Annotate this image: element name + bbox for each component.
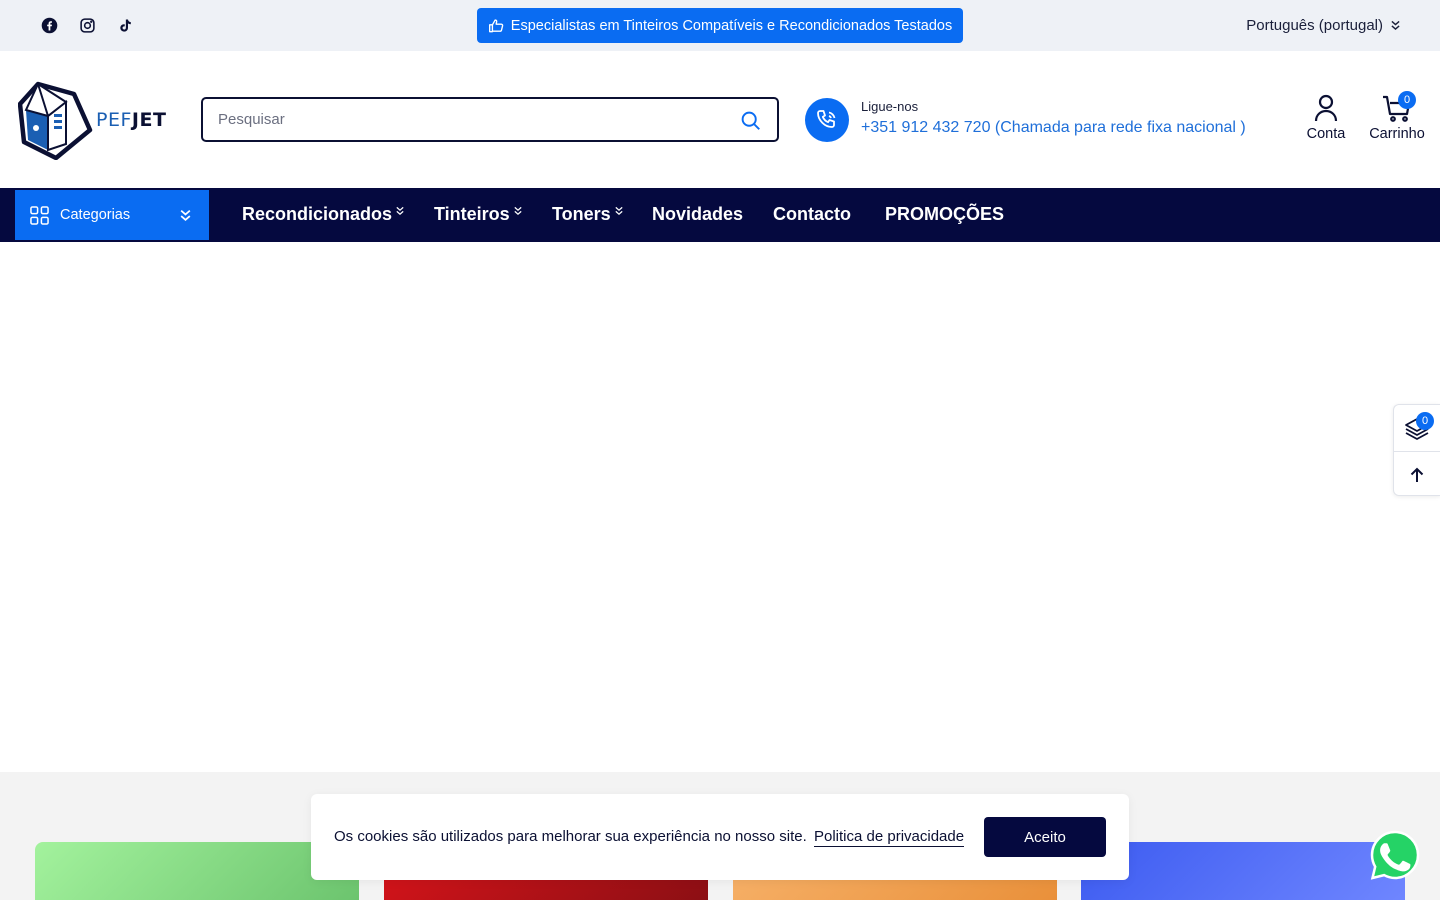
- phone-icon[interactable]: [805, 98, 849, 142]
- nav-item-promocoes[interactable]: PROMOÇÕES: [885, 204, 1004, 225]
- cart-label: Carrinho: [1369, 126, 1425, 142]
- top-bar: Especialistas em Tinteiros Compatíveis e…: [0, 0, 1440, 51]
- nav-item-label: PROMOÇÕES: [885, 204, 1005, 224]
- nav-item-label: Toners: [552, 204, 611, 224]
- compare-count-badge: 0: [1416, 412, 1434, 430]
- nav-item-toners[interactable]: Toners: [552, 204, 623, 225]
- cookie-message: Os cookies são utilizados para melhorar …: [334, 828, 807, 845]
- arrow-up-icon: [1410, 467, 1424, 483]
- search-input[interactable]: [203, 99, 777, 140]
- nav-item-recondicionados[interactable]: Recondicionados: [242, 204, 404, 225]
- back-to-top-button[interactable]: [1394, 451, 1440, 497]
- account-label: Conta: [1306, 126, 1346, 142]
- chevron-down-icon: [396, 206, 404, 216]
- cart-icon: [1368, 94, 1426, 122]
- site-logo[interactable]: PEFJET: [18, 80, 166, 160]
- thumbs-up-icon: [488, 18, 505, 33]
- main-nav: Categorias Recondicionados Tinteiros Ton…: [0, 188, 1440, 242]
- promo-text: Especialistas em Tinteiros Compatíveis e…: [510, 17, 953, 34]
- logo-mark-icon: [18, 81, 93, 160]
- call-label: Ligue-nos: [861, 99, 919, 114]
- categories-button[interactable]: Categorias: [15, 190, 209, 240]
- user-icon: [1306, 94, 1346, 122]
- privacy-policy-link[interactable]: Politica de privacidade: [814, 828, 965, 847]
- nav-item-contacto[interactable]: Contacto: [773, 204, 851, 225]
- chevron-down-icon: [180, 209, 191, 222]
- nav-item-tinteiros[interactable]: Tinteiros: [434, 204, 522, 225]
- compare-button[interactable]: 0: [1394, 405, 1440, 451]
- side-toolbar: 0: [1393, 404, 1440, 496]
- nav-item-label: Tinteiros: [434, 204, 510, 224]
- instagram-icon[interactable]: [78, 16, 96, 34]
- tiktok-icon[interactable]: [116, 16, 134, 34]
- promo-card[interactable]: [1081, 842, 1405, 900]
- categories-label: Categorias: [60, 207, 131, 223]
- cart-button[interactable]: 0 Carrinho: [1368, 91, 1426, 142]
- logo-wordmark: PEFJET: [96, 109, 167, 131]
- chevron-down-icon: [1391, 20, 1400, 31]
- nav-item-novidades[interactable]: Novidades: [652, 204, 743, 225]
- accept-cookies-button[interactable]: Aceito: [984, 817, 1106, 857]
- language-selector[interactable]: Português (portugal): [1246, 17, 1400, 34]
- cart-count-badge: 0: [1398, 91, 1416, 109]
- grid-icon: [30, 205, 49, 225]
- chevron-down-icon: [615, 206, 623, 216]
- nav-item-label: Contacto: [773, 204, 851, 224]
- call-number-link[interactable]: +351 912 432 720 (Chamada para rede fixa…: [861, 119, 1246, 137]
- nav-item-label: Recondicionados: [242, 204, 393, 224]
- chevron-down-icon: [514, 206, 522, 216]
- cookie-banner: Os cookies são utilizados para melhorar …: [311, 794, 1129, 880]
- whatsapp-icon[interactable]: [1369, 829, 1421, 881]
- account-button[interactable]: Conta: [1306, 94, 1346, 142]
- nav-item-label: Novidades: [652, 204, 744, 224]
- search-box: [201, 97, 779, 142]
- search-icon[interactable]: [740, 110, 761, 136]
- language-label: Português (portugal): [1246, 17, 1383, 34]
- promo-banner[interactable]: Especialistas em Tinteiros Compatíveis e…: [477, 8, 963, 43]
- facebook-icon[interactable]: [40, 16, 58, 34]
